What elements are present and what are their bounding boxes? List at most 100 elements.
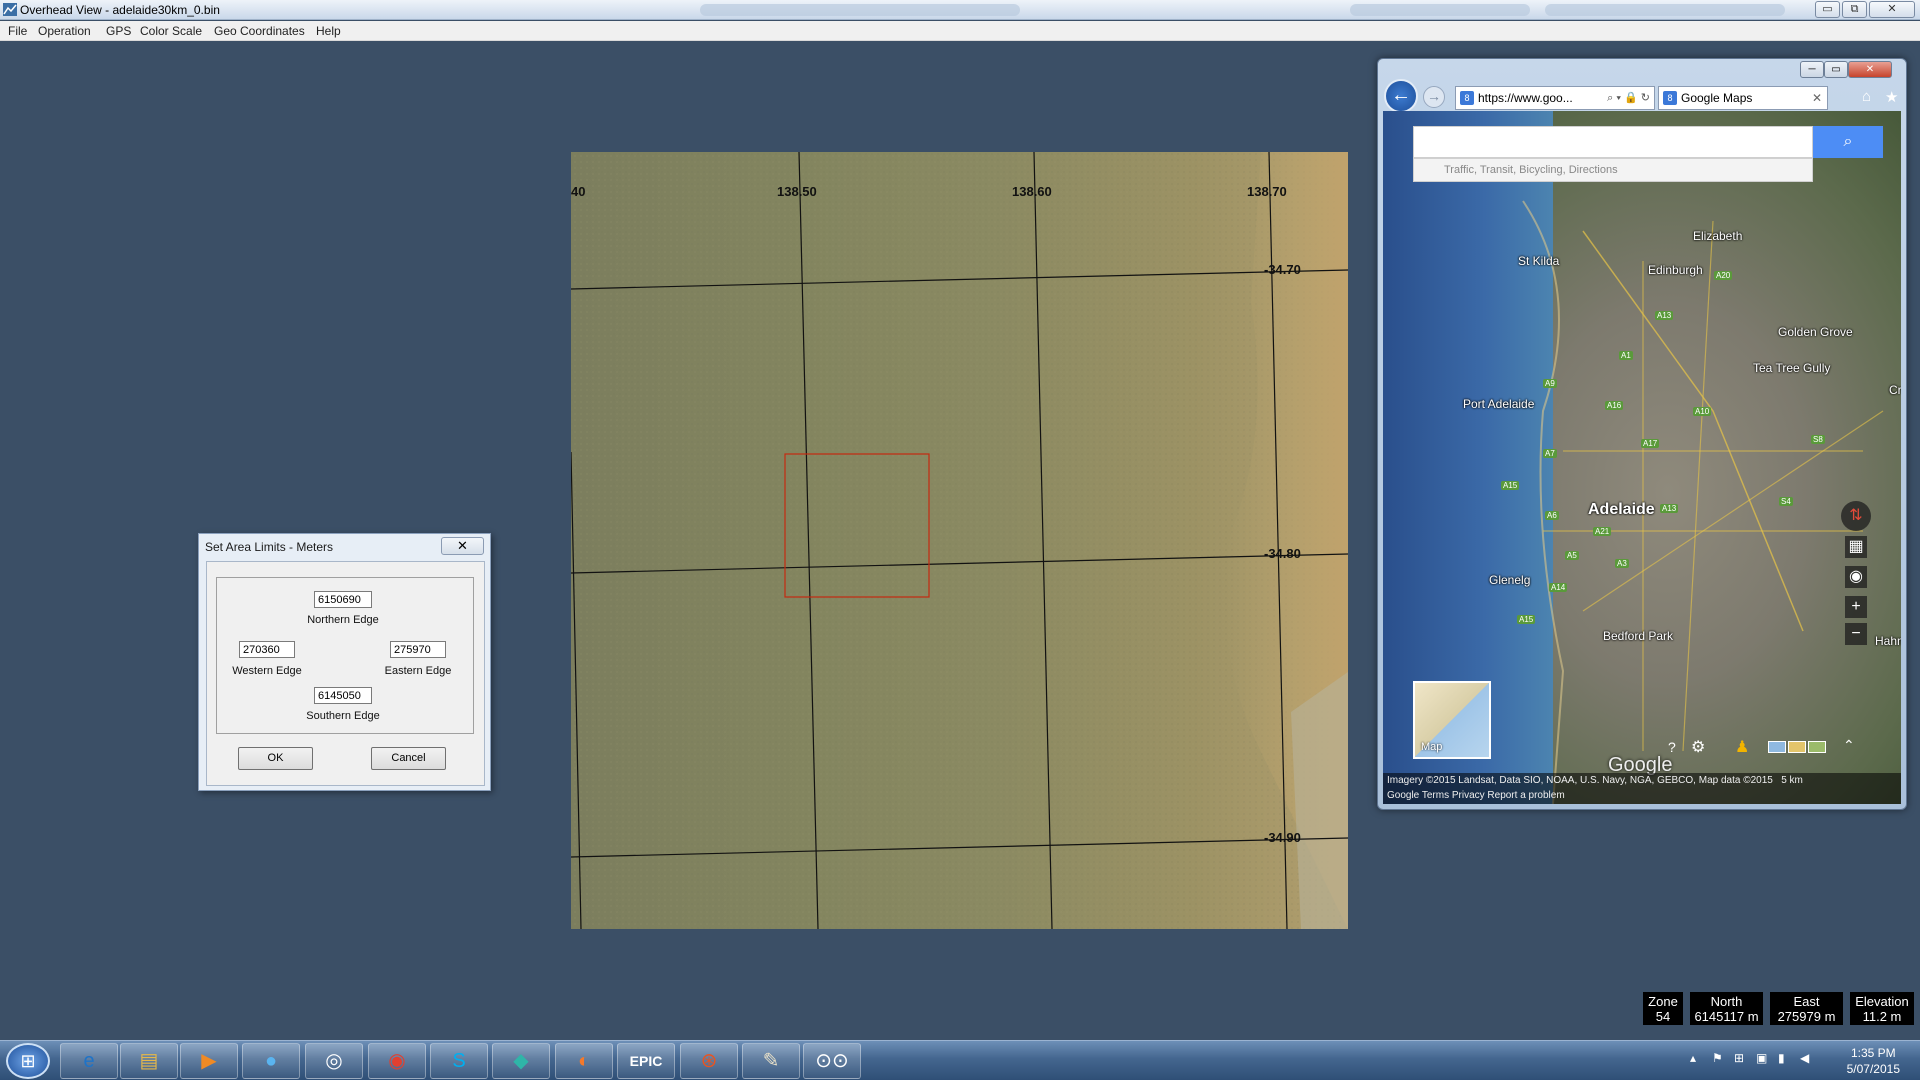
northern-edge-input[interactable]: [314, 591, 372, 608]
lon-label: 138.60: [1012, 184, 1052, 199]
lat-label: -34.80: [1264, 546, 1301, 561]
zoom-out-icon[interactable]: −: [1845, 623, 1867, 645]
address-tools-icon[interactable]: ⌕ ▾ 🔒 ↻: [1607, 87, 1650, 109]
menu-gps[interactable]: GPS: [106, 24, 131, 38]
road-badge: A10: [1693, 407, 1712, 416]
elevation-label: Elevation: [1855, 994, 1909, 1009]
tray-windows-icon[interactable]: ⊞: [1734, 1051, 1744, 1065]
road-badge: A13: [1660, 504, 1679, 513]
tray-expand-icon[interactable]: ▴: [1690, 1051, 1696, 1065]
clock[interactable]: 1:35 PM 5/07/2015: [1847, 1045, 1900, 1077]
app-icon[interactable]: ◆: [492, 1043, 550, 1079]
southern-edge-input[interactable]: [314, 687, 372, 704]
north-label: North: [1710, 994, 1743, 1009]
maximize-button[interactable]: ⧉: [1842, 1, 1867, 18]
close-button[interactable]: ✕: [1869, 1, 1915, 18]
western-edge-label: Western Edge: [232, 665, 302, 677]
settings-icon[interactable]: ⚙: [1691, 737, 1705, 757]
road-badge: A21: [1593, 527, 1612, 536]
media-player-icon[interactable]: ▶: [180, 1043, 238, 1079]
menu-file[interactable]: File: [8, 24, 27, 38]
back-icon[interactable]: ←: [1384, 79, 1418, 113]
eastern-edge-input[interactable]: [390, 641, 446, 658]
ok-button[interactable]: OK: [238, 747, 313, 770]
menu-help[interactable]: Help: [316, 24, 341, 38]
menu-geo-coordinates[interactable]: Geo Coordinates: [214, 24, 305, 38]
pegman-icon[interactable]: ♟: [1735, 737, 1749, 757]
map-type-thumbnail[interactable]: Map: [1413, 681, 1491, 759]
east-label: East: [1793, 994, 1820, 1009]
menu-operation[interactable]: Operation: [38, 24, 91, 38]
forward-icon[interactable]: →: [1423, 86, 1445, 108]
place-label: Tea Tree Gully: [1753, 361, 1831, 375]
expand-icon[interactable]: ⌃: [1843, 737, 1855, 754]
zoom-in-icon[interactable]: +: [1845, 596, 1867, 618]
elevation-value: 11.2 m: [1862, 1009, 1902, 1024]
steam-icon[interactable]: ◎: [305, 1043, 363, 1079]
home-icon[interactable]: ⌂: [1862, 88, 1871, 105]
road-badge: A1: [1619, 351, 1633, 360]
map-search-icon[interactable]: ⌕: [1813, 126, 1883, 158]
tray-flag-icon[interactable]: ⚑: [1712, 1051, 1723, 1065]
dialog-body: Northern Edge Western Edge Eastern Edge …: [206, 561, 485, 786]
limits-group: Northern Edge Western Edge Eastern Edge …: [216, 577, 474, 734]
western-edge-input[interactable]: [239, 641, 295, 658]
credit-links[interactable]: Google Terms Privacy Report a problem: [1387, 788, 1901, 803]
skype-icon[interactable]: S: [430, 1043, 488, 1079]
place-label: Elizabeth: [1693, 229, 1743, 243]
road-badge: A15: [1501, 481, 1520, 490]
tray-volume-icon[interactable]: ◀: [1800, 1051, 1809, 1065]
title-bar: Overhead View - adelaide30km_0.bin ▭ ⧉ ✕: [0, 0, 1920, 20]
browser-window: ─ ▭ ✕ ← → 8 https://www.goo... ⌕ ▾ 🔒 ↻ 8…: [1377, 58, 1907, 810]
tilt-icon[interactable]: ▦: [1845, 536, 1867, 558]
google-map-view[interactable]: ⌕ Traffic, Transit, Bicycling, Direction…: [1383, 111, 1901, 804]
windows-start-icon[interactable]: ⊞: [6, 1043, 50, 1079]
menu-color-scale[interactable]: Color Scale: [140, 24, 202, 38]
title-bar-decoration: [1350, 4, 1530, 16]
compass-icon[interactable]: ⇅: [1841, 501, 1871, 531]
place-label: St Kilda: [1518, 254, 1560, 268]
tab-title: Google Maps: [1681, 91, 1753, 105]
imagery-thumb-icon[interactable]: [1788, 741, 1806, 753]
menu-bar: File Operation GPS Color Scale Geo Coord…: [0, 21, 1920, 41]
imagery-thumb-icon[interactable]: [1768, 741, 1786, 753]
title-bar-decoration: [1545, 4, 1785, 16]
chrome-icon[interactable]: ◉: [368, 1043, 426, 1079]
east-value: 275979 m: [1777, 1009, 1836, 1024]
browser-minimize-button[interactable]: ─: [1800, 61, 1824, 78]
road-badge: A7: [1543, 449, 1557, 458]
favorites-icon[interactable]: ★: [1885, 88, 1898, 106]
map-type-label: Map: [1421, 741, 1443, 753]
directions-hint[interactable]: Traffic, Transit, Bicycling, Directions: [1413, 158, 1813, 182]
tab-google-maps[interactable]: 8 Google Maps ✕: [1658, 86, 1828, 110]
my-location-icon[interactable]: ◉: [1845, 566, 1867, 588]
glasses-icon[interactable]: ⊙⊙: [803, 1043, 861, 1079]
terrain-map[interactable]: 40 138.50 138.60 138.70 -34.70 -34.80 -3…: [571, 152, 1348, 929]
address-bar[interactable]: 8 https://www.goo... ⌕ ▾ 🔒 ↻: [1455, 86, 1655, 110]
minimize-button[interactable]: ▭: [1815, 1, 1840, 18]
paint-icon[interactable]: ✎: [742, 1043, 800, 1079]
road-badge: S4: [1779, 497, 1793, 506]
southern-edge-label: Southern Edge: [306, 710, 380, 722]
chat-icon[interactable]: ●: [242, 1043, 300, 1079]
cancel-button[interactable]: Cancel: [371, 747, 446, 770]
map-search-input[interactable]: [1413, 126, 1813, 158]
tray-network-icon[interactable]: ▮: [1778, 1051, 1785, 1065]
road-badge: A17: [1641, 439, 1660, 448]
internet-explorer-icon[interactable]: e: [60, 1043, 118, 1079]
clock-date: 5/07/2015: [1846, 1062, 1900, 1076]
dialog-close-button[interactable]: ✕: [441, 537, 484, 555]
help-icon[interactable]: ?: [1668, 739, 1676, 755]
lat-label: -34.70: [1264, 262, 1301, 277]
imagery-thumb-icon[interactable]: [1808, 741, 1826, 753]
tray-device-icon[interactable]: ▣: [1756, 1051, 1767, 1065]
epic-games-icon[interactable]: EPIC: [617, 1043, 675, 1079]
tab-close-icon[interactable]: ✕: [1812, 87, 1822, 109]
file-explorer-icon[interactable]: ▤: [120, 1043, 178, 1079]
ubuntu-icon[interactable]: ⊛: [680, 1043, 738, 1079]
browser-maximize-button[interactable]: ▭: [1824, 61, 1848, 78]
set-area-limits-dialog: Set Area Limits - Meters ✕ Northern Edge…: [198, 533, 491, 791]
blender-icon[interactable]: ◐: [555, 1043, 613, 1079]
road-badge: A5: [1565, 551, 1579, 560]
browser-close-button[interactable]: ✕: [1848, 61, 1892, 78]
